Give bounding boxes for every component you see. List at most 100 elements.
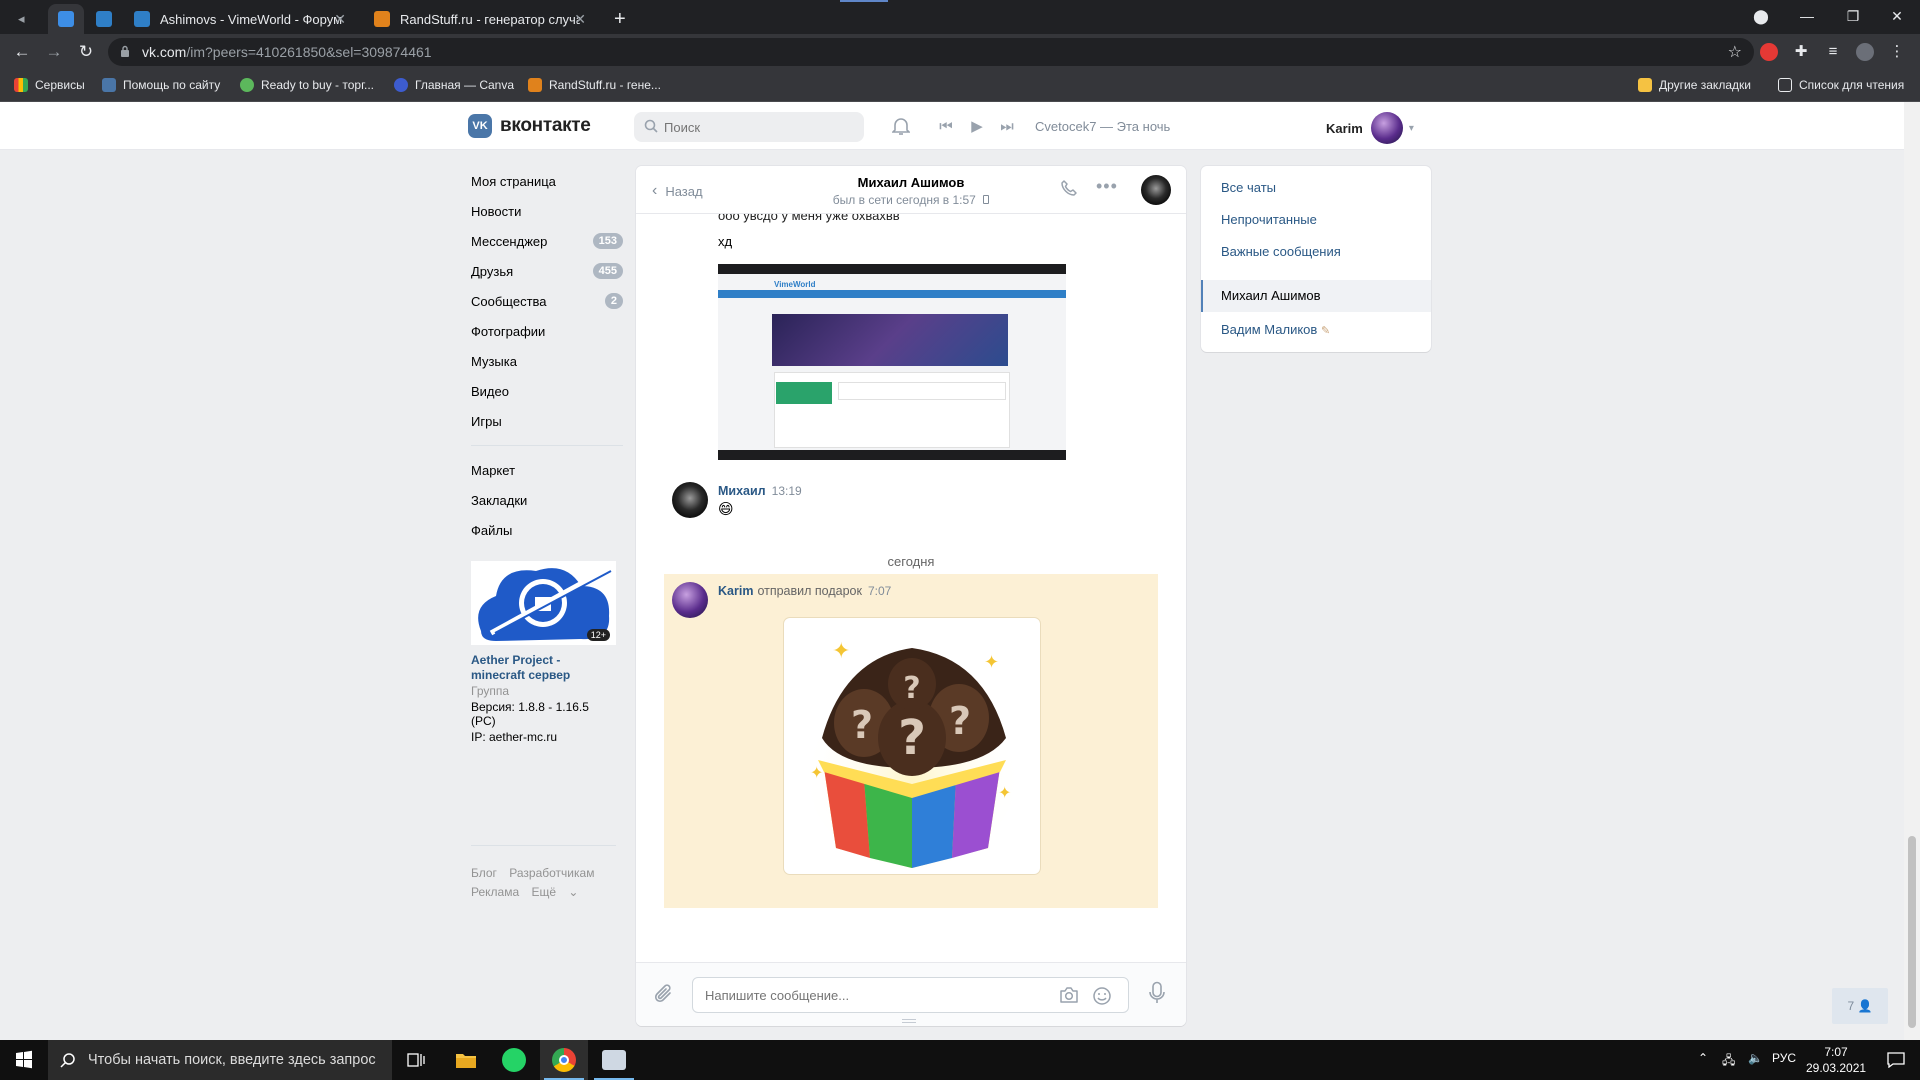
group-ad-ip: IP: aether-mc.ru	[471, 730, 558, 744]
tab-vimeworld-forum[interactable]: Ashimovs - VimeWorld - Форум ✕	[128, 4, 354, 34]
menu-item-market[interactable]: Маркет	[471, 455, 1000, 491]
message-input-box[interactable]	[692, 977, 1129, 1013]
user-menu[interactable]: Karim ▾	[1326, 112, 1414, 144]
menu-item-my-page[interactable]: Моя страница	[471, 166, 1001, 202]
microphone-icon[interactable]	[1148, 981, 1166, 1010]
message-time[interactable]: 7:07	[868, 584, 891, 598]
phone-icon[interactable]	[1060, 179, 1078, 202]
gift-card[interactable]: ? ? ? ? ✦ ✦ ✦ ✦	[784, 618, 1040, 874]
filter-all-chats[interactable]: Все чаты	[1221, 180, 1276, 195]
opera-extension-icon[interactable]	[1760, 43, 1778, 61]
scrollbar-thumb[interactable]	[1908, 836, 1916, 1028]
more-dots-icon[interactable]: •••	[1096, 176, 1118, 197]
chrome-icon[interactable]	[540, 1040, 588, 1080]
menu-item-bookmarks[interactable]: Закладки	[471, 485, 1001, 520]
profile-menu-icon[interactable]: ⬤	[1738, 0, 1784, 34]
windows-start-icon[interactable]	[0, 1040, 48, 1080]
tab-randstuff[interactable]: RandStuff.ru - генератор случай ✕	[368, 4, 594, 34]
close-window-icon[interactable]: ✕	[1874, 0, 1920, 34]
task-view-icon[interactable]	[392, 1040, 440, 1080]
reload-icon[interactable]: ↻	[76, 42, 96, 62]
minimize-icon[interactable]: —	[1784, 0, 1830, 34]
menu-item-friends[interactable]: Друзья 455	[471, 256, 1001, 290]
tab-vimeworld-1[interactable]	[92, 4, 128, 34]
tray-chevron-icon[interactable]: ⌃	[1698, 1051, 1708, 1065]
notifications-icon[interactable]	[1872, 1040, 1920, 1080]
footer-link-blog[interactable]: Блог	[471, 866, 497, 880]
menu-item-games[interactable]: Игры	[471, 406, 1002, 440]
network-icon[interactable]: 🖧	[1722, 1051, 1735, 1072]
volume-icon[interactable]: 🔈	[1748, 1051, 1763, 1065]
dialog-item-selected[interactable]: Михаил Ашимов	[1201, 280, 1431, 312]
menu-label: Мессенджер	[471, 233, 548, 249]
bookmark-star-icon[interactable]: ☆	[1728, 42, 1742, 62]
dialog-item[interactable]: Вадим Маликов ✎	[1221, 322, 1330, 337]
restore-icon[interactable]: ❐	[1830, 0, 1876, 34]
resize-handle[interactable]	[902, 1019, 916, 1023]
group-ad[interactable]: 12+ Aether Project - minecraft сервер Гр…	[471, 561, 616, 744]
bookmark-services[interactable]: Сервисы	[14, 78, 85, 92]
forward-arrow-icon[interactable]: →	[44, 42, 64, 62]
prev-track-icon[interactable]: ⏮	[935, 116, 957, 138]
menu-item-news[interactable]: Новости	[471, 196, 1001, 232]
menu-item-music[interactable]: Музыка	[471, 346, 1000, 382]
messenger-app-icon[interactable]	[590, 1040, 638, 1080]
bookmark-vk-help[interactable]: Помощь по сайту	[102, 78, 220, 92]
back-arrow-icon[interactable]: ←	[12, 42, 32, 62]
tab-scroll-left-icon[interactable]: ◂	[18, 4, 38, 34]
camera-icon[interactable]	[1059, 986, 1079, 1009]
attached-screenshot[interactable]: VimeWorld	[718, 264, 1066, 460]
smile-icon[interactable]	[1092, 986, 1112, 1011]
filter-important[interactable]: Важные сообщения	[1221, 244, 1341, 259]
vk-search[interactable]	[634, 112, 864, 142]
message-time[interactable]: 13:19	[772, 484, 802, 498]
reading-list[interactable]: Список для чтения	[1778, 78, 1904, 92]
chat-counter-button[interactable]: 7 👤	[1832, 988, 1888, 1024]
message-author[interactable]: Karim отправил подарок 7:07	[718, 584, 891, 598]
page-scrollbar[interactable]	[1904, 102, 1920, 1040]
menu-label: Новости	[471, 203, 522, 219]
menu-item-groups[interactable]: Сообщества 2	[471, 286, 1000, 322]
message-input[interactable]	[705, 978, 1045, 1012]
taskbar-search[interactable]: Чтобы начать поиск, введите здесь запрос	[48, 1040, 392, 1080]
profile-avatar-icon[interactable]	[1856, 43, 1874, 61]
notifications-bell-icon[interactable]	[890, 116, 912, 138]
vk-logo[interactable]: VK вконтакте	[468, 114, 591, 138]
avatar[interactable]	[672, 482, 708, 518]
message-author[interactable]: Михаил 13:19	[718, 484, 802, 498]
avatar[interactable]	[672, 582, 708, 618]
new-tab-icon[interactable]: +	[614, 4, 634, 34]
next-track-icon[interactable]: ⏭	[996, 116, 1018, 138]
bookmark-canva[interactable]: Главная — Canva	[394, 78, 514, 92]
group-ad-name[interactable]: Aether Project - minecraft сервер	[471, 653, 616, 683]
tab-vk-messenger[interactable]	[48, 4, 84, 34]
bookmark-ready-to-buy[interactable]: Ready to buy - торг...	[240, 78, 374, 92]
language-indicator[interactable]: РУС	[1772, 1051, 1796, 1065]
browser-menu-icon[interactable]: ⋮	[1888, 43, 1906, 61]
tab-close-icon[interactable]: ✕	[334, 11, 346, 28]
address-bar[interactable]: vk.com/im?peers=410261850&sel=309874461 …	[108, 38, 1754, 66]
menu-item-messenger[interactable]: Мессенджер 153	[471, 226, 1001, 262]
peer-avatar[interactable]	[1141, 175, 1171, 205]
taskbar-clock[interactable]: 7:07 29.03.2021	[1806, 1044, 1866, 1076]
menu-item-photos[interactable]: Фотографии	[471, 316, 1001, 352]
vk-page: VK вконтакте ⏮ ▶ ⏭ Cvetocek7 — Эта ночь …	[0, 102, 1904, 1040]
file-explorer-icon[interactable]	[442, 1040, 490, 1080]
tab-close-icon[interactable]: ✕	[574, 11, 586, 28]
search-input[interactable]	[664, 112, 854, 142]
bookmark-randstuff[interactable]: RandStuff.ru - гене...	[528, 78, 661, 92]
other-bookmarks[interactable]: Другие закладки	[1638, 78, 1751, 92]
footer-link-developers[interactable]: Разработчикам	[509, 866, 594, 880]
play-icon[interactable]: ▶	[966, 116, 988, 138]
paperclip-icon[interactable]	[654, 983, 674, 1010]
filter-unread[interactable]: Непрочитанные	[1221, 212, 1317, 227]
player-track-title[interactable]: Cvetocek7 — Эта ночь	[1035, 119, 1170, 134]
media-control-icon[interactable]: ≡	[1824, 43, 1842, 61]
footer-link-ads[interactable]: Реклама	[471, 885, 519, 899]
menu-item-video[interactable]: Видео	[471, 376, 1001, 412]
menu-item-files[interactable]: Файлы	[471, 515, 999, 551]
whatsapp-icon[interactable]	[490, 1040, 538, 1080]
age-badge: 12+	[586, 629, 610, 641]
footer-link-more[interactable]: Ещё ⌄	[531, 885, 587, 899]
extensions-puzzle-icon[interactable]: ✚	[1792, 43, 1810, 61]
